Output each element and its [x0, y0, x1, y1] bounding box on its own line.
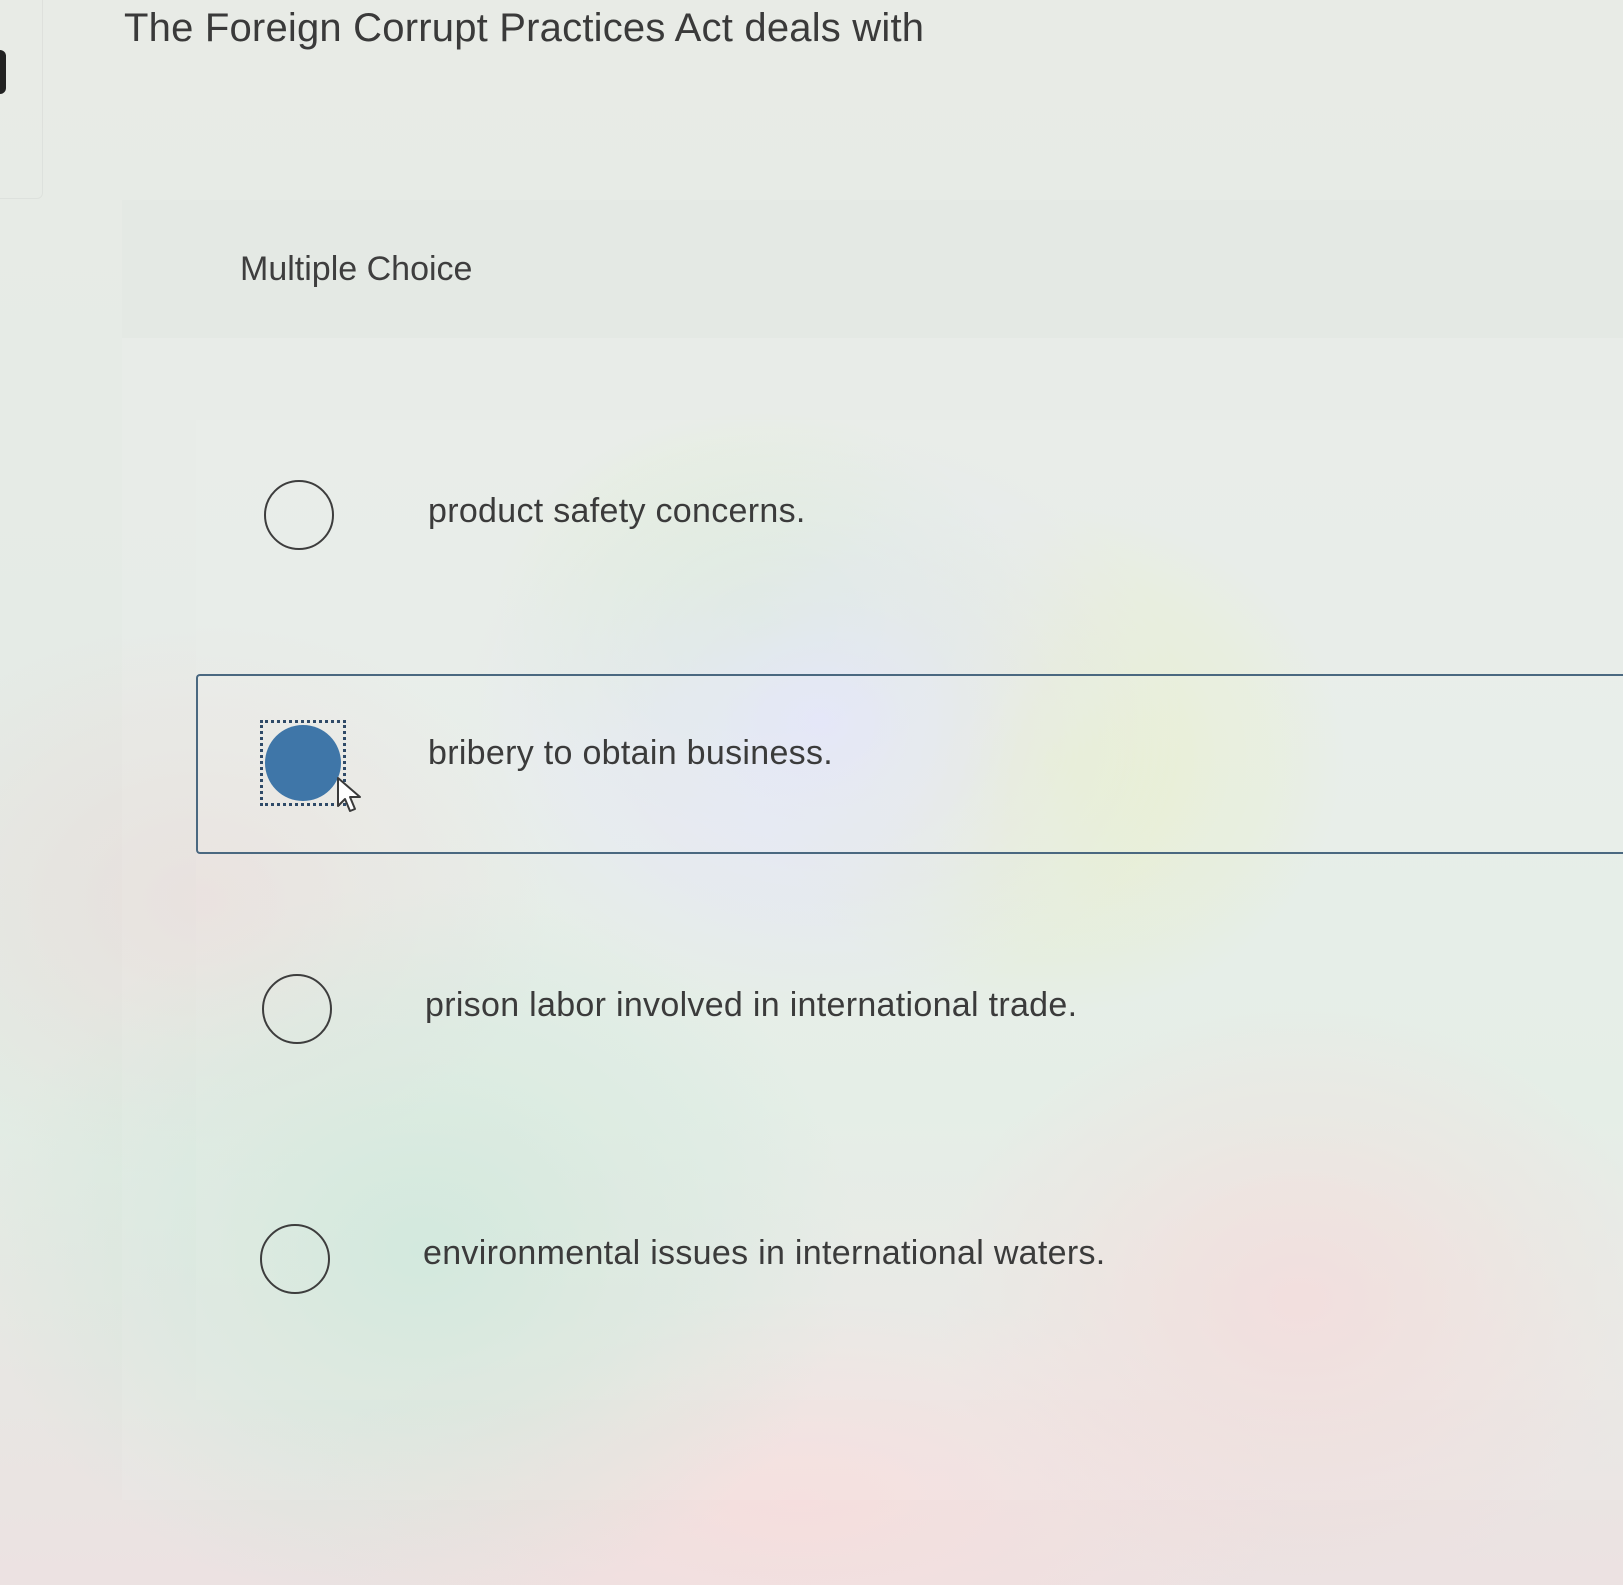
question-type-label: Multiple Choice: [240, 250, 473, 288]
mouse-pointer-arrow-icon: [337, 777, 361, 812]
question-title: The Foreign Corrupt Practices Act deals …: [124, 6, 925, 50]
answer-option-2[interactable]: bribery to obtain business.: [196, 674, 1623, 854]
radio-button-option-3[interactable]: [262, 974, 332, 1044]
answer-option-1[interactable]: product safety concerns.: [196, 434, 1623, 606]
answer-option-4-label[interactable]: environmental issues in international wa…: [423, 1234, 1106, 1273]
side-panel-edge: [0, 0, 43, 199]
radio-button-option-2-selected[interactable]: [265, 725, 341, 801]
radio-button-option-4[interactable]: [260, 1224, 330, 1294]
answer-option-3-label[interactable]: prison labor involved in international t…: [425, 986, 1077, 1025]
left-edge-marker: [0, 50, 6, 94]
answer-option-3[interactable]: prison labor involved in international t…: [196, 928, 1623, 1100]
answer-option-4[interactable]: environmental issues in international wa…: [196, 1176, 1623, 1348]
answer-option-1-label[interactable]: product safety concerns.: [428, 492, 806, 531]
radio-button-option-1[interactable]: [264, 480, 334, 550]
answer-option-2-label[interactable]: bribery to obtain business.: [428, 734, 833, 773]
